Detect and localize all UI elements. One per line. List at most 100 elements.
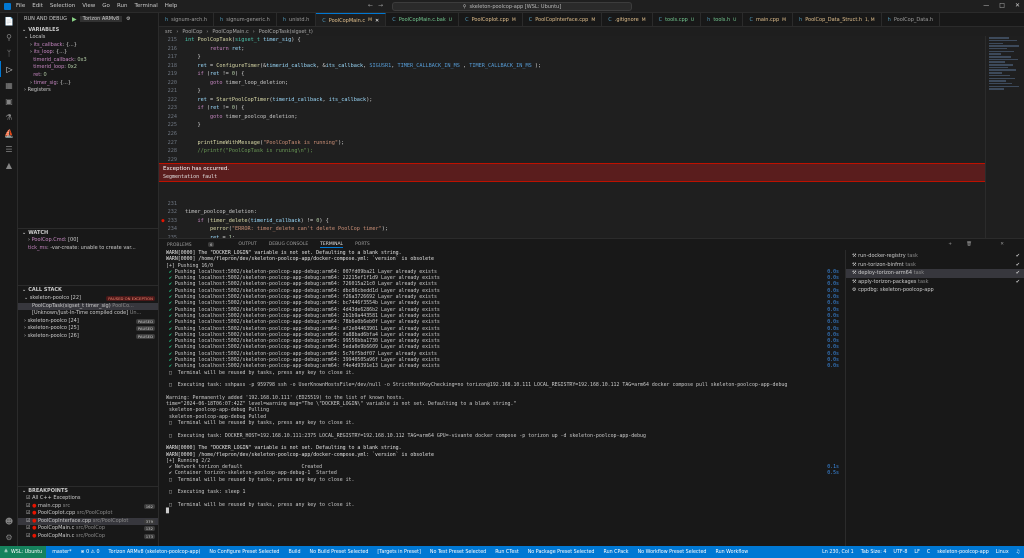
testing-icon[interactable]: ⚗ <box>0 109 18 125</box>
status-item[interactable]: Run Workflow <box>715 550 748 555</box>
breakpoint-row[interactable]: ☑ ● PoolCopIot.cpp src/PoolCopIot <box>18 510 158 518</box>
frame-row[interactable]: [Unknown/Just-In-Time compiled code] Un.… <box>18 310 158 318</box>
status-item-right[interactable]: Tab Size: 4 <box>861 550 887 555</box>
breakpoint-row[interactable]: ☑ ● PoolCopMain.c src/PoolCop 132 <box>18 525 158 533</box>
status-item-right[interactable]: UTF-8 <box>893 550 907 555</box>
breakpoint-row[interactable]: ☑ ● PoolCopMain.c src/PoolCop 173 <box>18 533 158 541</box>
watch-section-header[interactable]: ⌄ WATCH <box>18 228 158 237</box>
thread-row[interactable]: ⌄ skeleton-poolco [22] PAUSED ON EXCEPTIO… <box>18 295 158 303</box>
extensions-icon[interactable]: ▦ <box>0 77 18 93</box>
terminal-output[interactable]: WARN[0000] The "DOCKER_LOGIN" variable i… <box>159 250 845 546</box>
editor-tab[interactable]: h unistd.h <box>277 13 317 26</box>
thread-row[interactable]: › skeleton-poolco [25] PAUSED <box>18 325 158 333</box>
status-item[interactable]: No Package Preset Selected <box>528 550 595 555</box>
terminal-list-item[interactable]: ⚙ cppdbg: skeleton-poolcop-app <box>846 286 1024 295</box>
variable-row[interactable]: › its_callback: {...} <box>18 42 158 50</box>
breakpoint-row[interactable]: ☑ ● PoolCopInterface.cpp src/PoolCopIot 3… <box>18 517 158 526</box>
minimize-icon[interactable]: — <box>983 2 989 9</box>
editor-tab[interactable]: C PoolCopInterface.cpp M <box>523 13 603 26</box>
settings-gear-icon[interactable]: ⚙ <box>126 16 130 22</box>
breakpoint-row[interactable]: ☑ All C++ Exceptions <box>18 495 158 503</box>
editor-tab[interactable]: h signum-generic.h <box>214 13 277 26</box>
status-item-right[interactable]: LF <box>914 550 919 555</box>
run-debug-icon[interactable]: ▷ <box>0 61 18 77</box>
terminal-list-item[interactable]: ⚒ deploy-torizon-arm64 task ✔ <box>846 269 1024 278</box>
maximize-icon[interactable]: □ <box>999 2 1005 9</box>
status-item[interactable]: No Build Preset Selected <box>310 550 369 555</box>
nav-back-icon[interactable]: ← <box>368 2 373 9</box>
status-item[interactable]: master* <box>52 550 71 555</box>
editor-tab[interactable]: Cmain.cpp M <box>743 13 794 26</box>
variables-section-header[interactable]: ⌄ VARIABLES <box>18 25 158 34</box>
files-icon[interactable]: 📄 <box>0 13 18 29</box>
editor-tab[interactable]: C PoolCopMain.c M ✕ <box>316 13 387 26</box>
variable-row[interactable]: timerid_loop: 0x2 <box>18 64 158 72</box>
manage-gear-icon[interactable]: ⚙ <box>0 529 18 545</box>
editor-tab[interactable]: h PoolCop_Data_Struct.h 1, M <box>793 13 882 26</box>
thread-row[interactable]: › skeleton-poolco [24] PAUSED <box>18 318 158 326</box>
menu-file[interactable]: File <box>16 3 25 9</box>
terminal-cursor[interactable]: █ <box>166 508 845 514</box>
minimap[interactable] <box>985 36 1024 238</box>
registers-scope[interactable]: › Registers <box>18 87 158 95</box>
new-terminal-icon[interactable]: + <box>948 242 952 247</box>
status-item[interactable]: No Workflow Preset Selected <box>638 550 707 555</box>
menu-help[interactable]: Help <box>165 3 178 9</box>
tab-debug-console[interactable]: DEBUG CONSOLE <box>269 242 308 247</box>
status-item[interactable]: No Configure Preset Selected <box>209 550 279 555</box>
frame-row[interactable]: PoolCopTask(sigset_t timer_sig) PoolCo..… <box>18 302 158 311</box>
source-control-icon[interactable]: ᛉ <box>0 45 18 61</box>
cmake-icon[interactable]: ▲ <box>0 157 18 173</box>
panel-close-icon[interactable]: ✕ <box>1000 242 1004 247</box>
breadcrumb-folder[interactable]: PoolCop <box>182 29 202 35</box>
status-item-right[interactable]: skeleton-poolcop-app <box>937 550 989 555</box>
docker-icon[interactable]: ⛵ <box>0 125 18 141</box>
status-item[interactable]: Run CTest <box>495 550 519 555</box>
editor-tab[interactable]: Ctools.cpp U <box>653 13 702 26</box>
variable-row[interactable]: › timer_sig: {...} <box>18 80 158 88</box>
variable-row[interactable]: › its_loop: {...} <box>18 49 158 57</box>
book-icon[interactable]: ☰ <box>0 141 18 157</box>
watch-row[interactable]: tick_ms: -var-create: unable to create v… <box>18 245 158 253</box>
account-icon[interactable]: ☻ <box>0 513 18 529</box>
status-item-right[interactable]: C <box>927 550 930 555</box>
editor-tab[interactable]: C PoolCopMain.c.bak U <box>386 13 460 26</box>
close-icon[interactable]: ✕ <box>375 18 379 24</box>
close-icon[interactable]: ✕ <box>1015 2 1020 9</box>
status-item[interactable]: [Targets in Preset] <box>377 550 420 555</box>
tab-ports[interactable]: PORTS <box>355 242 370 247</box>
remote-indicator[interactable]: ≜ WSL: Ubuntu <box>0 546 47 558</box>
editor-tab[interactable]: h signum-arch.h <box>159 13 215 26</box>
editor-tab[interactable]: h tools.h U <box>701 13 744 26</box>
terminal-list-item[interactable]: ⚒ run-docker-registry task ✔ <box>846 252 1024 261</box>
watch-row[interactable]: › PoolCop.Cmd: [00] <box>18 237 158 245</box>
editor-tab[interactable]: h PoolCop_Data.h <box>882 13 941 26</box>
start-debug-icon[interactable]: ▶ <box>72 16 77 23</box>
breakpoint-icon[interactable]: ● <box>161 218 164 224</box>
menu-go[interactable]: Go <box>102 3 110 9</box>
status-item[interactable]: Build <box>288 550 300 555</box>
menu-view[interactable]: View <box>82 3 95 9</box>
tab-problems[interactable]: PROBLEMS 6 <box>167 241 226 248</box>
variable-row[interactable]: timerid_callback: 0x3 <box>18 57 158 65</box>
breadcrumb-symbol[interactable]: PoolCopTask(sigset_t) <box>259 29 313 35</box>
breakpoints-section-header[interactable]: ⌄ BREAKPOINTS <box>18 486 158 495</box>
status-item[interactable]: Run CPack <box>603 550 628 555</box>
status-item-right[interactable]: Ln 230, Col 1 <box>822 550 854 555</box>
menu-terminal[interactable]: Terminal <box>134 3 157 9</box>
status-item-right[interactable]: Linux <box>996 550 1009 555</box>
code-editor[interactable]: 215 int PoolCopTask(sigset_t timer_sig) {… <box>159 36 985 238</box>
status-item[interactable]: ⊗ 0 ⚠ 0 <box>81 550 100 555</box>
breakpoint-row[interactable]: ☑ ● main.cpp src 162 <box>18 503 158 511</box>
terminal-list-item[interactable]: ⚒ apply-torizon-packages task ✔ <box>846 278 1024 287</box>
tab-output[interactable]: OUTPUT <box>238 242 256 247</box>
breadcrumb-src[interactable]: src <box>165 29 172 35</box>
debug-config-select[interactable]: Torizon ARMv8 <box>79 16 123 22</box>
editor-tab[interactable]: C PoolCopIot.cpp M <box>459 13 523 26</box>
locals-scope[interactable]: ⌄ Locals <box>18 34 158 42</box>
terminal-list-item[interactable]: ⚒ run-torizon-binfmt task ✔ <box>846 261 1024 270</box>
callstack-section-header[interactable]: ⌄ CALL STACK <box>18 285 158 294</box>
nav-forward-icon[interactable]: → <box>378 2 383 9</box>
status-item[interactable]: Torizon ARMv8 (skeleton-poolcop-app) <box>109 550 201 555</box>
status-item[interactable]: No Test Preset Selected <box>430 550 486 555</box>
